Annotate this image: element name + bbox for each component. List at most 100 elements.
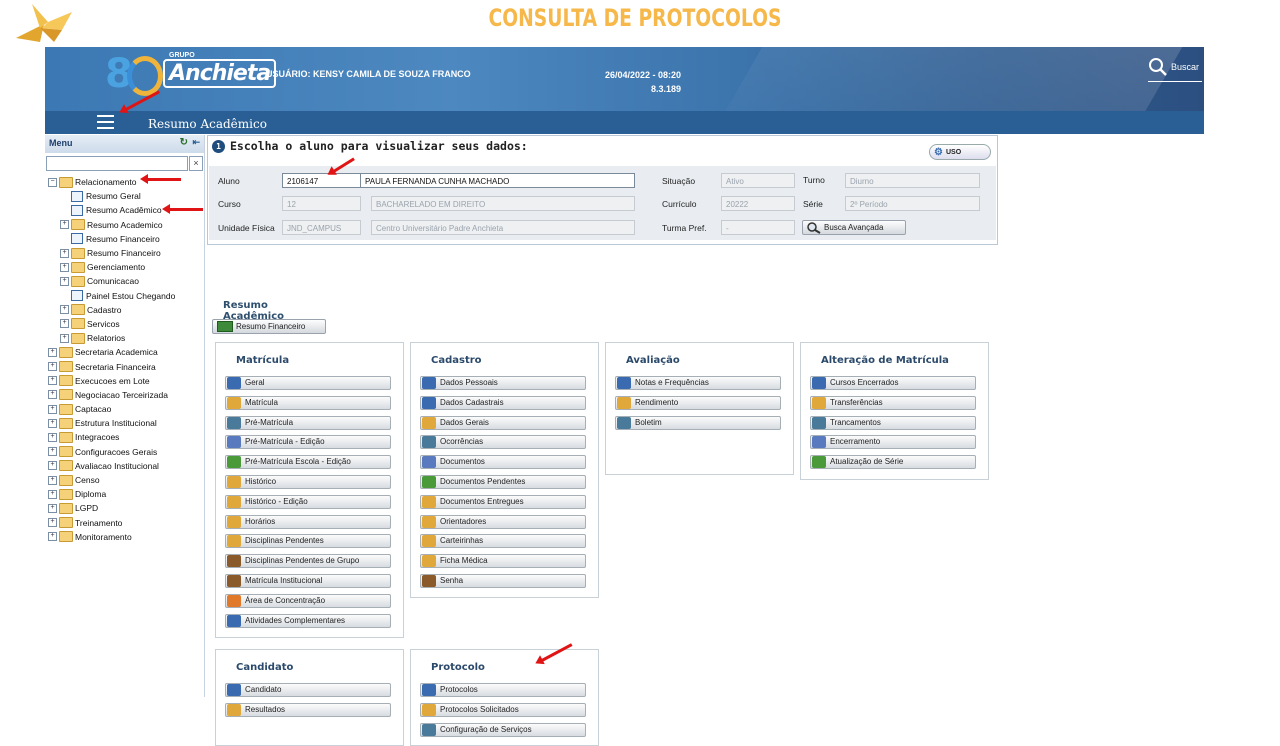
collapse-icon[interactable]: − [48, 177, 57, 187]
orientadores-button[interactable]: Orientadores [420, 514, 586, 529]
resultados-button[interactable]: Resultados [225, 702, 391, 717]
sidebar-item-diploma[interactable]: + Diploma [45, 487, 204, 501]
sidebar-item-comunicacao[interactable]: + Comunicacao [45, 274, 204, 288]
disciplinas-pendentes-button[interactable]: Disciplinas Pendentes [225, 534, 391, 549]
documentos-pendentes-button[interactable]: Documentos Pendentes [420, 475, 586, 489]
sidebar-item-monitoramento[interactable]: + Monitoramento [45, 530, 204, 544]
hamburger-menu-icon[interactable] [97, 115, 114, 129]
notas-e-frequencias-button[interactable]: Notas e Frequências [615, 376, 781, 390]
aluno-code-input[interactable]: 2106147 [282, 173, 361, 188]
refresh-icon[interactable]: ↻ [180, 137, 188, 148]
matricula-button[interactable]: Matrícula [225, 395, 391, 410]
expand-icon[interactable]: + [48, 532, 57, 542]
sidebar-item-cadastro[interactable]: + Cadastro [45, 303, 204, 317]
encerramento-button[interactable]: Encerramento [810, 435, 976, 450]
historico-button[interactable]: Histórico [225, 475, 391, 489]
expand-icon[interactable]: + [60, 333, 69, 343]
expand-icon[interactable]: + [48, 475, 57, 485]
ocorrencias-button[interactable]: Ocorrências [420, 435, 586, 450]
expand-icon[interactable]: + [60, 276, 69, 286]
sidebar-item-avaliacao-institucional[interactable]: + Avaliacao Institucional [45, 459, 204, 473]
geral-button[interactable]: Geral [225, 376, 391, 390]
trancamentos-button[interactable]: Trancamentos [810, 415, 976, 430]
sidebar-item-secretaria-academica[interactable]: + Secretaria Academica [45, 345, 204, 359]
ficha-medica-button[interactable]: Ficha Médica [420, 554, 586, 569]
expand-icon[interactable]: + [48, 489, 57, 499]
transferencias-button[interactable]: Transferências [810, 395, 976, 410]
sidebar-item-configuracoes-gerais[interactable]: + Configuracoes Gerais [45, 445, 204, 459]
horarios-button[interactable]: Horários [225, 514, 391, 529]
sidebar-item-resumo-financeiro[interactable]: Resumo Financeiro [45, 232, 204, 246]
carteirinhas-button[interactable]: Carteirinhas [420, 534, 586, 549]
documentos-entregues-button[interactable]: Documentos Entregues [420, 494, 586, 509]
expand-icon[interactable]: + [60, 305, 69, 315]
uso-button[interactable]: ⚙ USO [929, 144, 991, 160]
page-icon [71, 290, 83, 302]
sidebar-item-gerenciamento[interactable]: + Gerenciamento [45, 260, 204, 274]
expand-icon[interactable]: + [60, 262, 69, 272]
atualizacao-de-serie-button[interactable]: Atualização de Série [810, 455, 976, 470]
sidebar-item-resumo-financeiro[interactable]: + Resumo Financeiro [45, 246, 204, 260]
sidebar-item-censo[interactable]: + Censo [45, 473, 204, 487]
candidato-button[interactable]: Candidato [225, 683, 391, 697]
dados-cadastrais-button[interactable]: Dados Cadastrais [420, 395, 586, 410]
expand-icon[interactable]: + [48, 376, 57, 386]
sidebar-item-label: Integracoes [75, 432, 120, 443]
expand-icon[interactable]: + [48, 362, 57, 372]
configuracao-de-servicos-button[interactable]: Configuração de Serviços [420, 722, 586, 737]
area-de-concentracao-button[interactable]: Área de Concentração [225, 593, 391, 608]
sidebar-item-integracoes[interactable]: + Integracoes [45, 430, 204, 444]
aluno-name-input[interactable]: PAULA FERNANDA CUNHA MACHADO [360, 173, 635, 188]
expand-icon[interactable]: + [48, 447, 57, 457]
sidebar-item-lgpd[interactable]: + LGPD [45, 501, 204, 515]
sidebar-item-estrutura-institucional[interactable]: + Estrutura Institucional [45, 416, 204, 430]
protocolos-solicitados-button[interactable]: Protocolos Solicitados [420, 702, 586, 717]
sidebar-item-secretaria-financeira[interactable]: + Secretaria Financeira [45, 359, 204, 373]
pre-matricula-edicao-button[interactable]: Pré-Matrícula - Edição [225, 435, 391, 450]
cursos-encerrados-button[interactable]: Cursos Encerrados [810, 376, 976, 390]
expand-icon[interactable]: + [48, 461, 57, 471]
documentos-button[interactable]: Documentos [420, 455, 586, 470]
disciplinas-pendentes-de-grupo-button[interactable]: Disciplinas Pendentes de Grupo [225, 554, 391, 569]
pre-matricula-escola-edicao-button[interactable]: Pré-Matrícula Escola - Edição [225, 455, 391, 470]
sidebar-item-resumo-academico[interactable]: + Resumo Academico [45, 218, 204, 232]
sidebar-item-painel-estou-chegando[interactable]: Painel Estou Chegando [45, 289, 204, 303]
sidebar-item-treinamento[interactable]: + Treinamento [45, 516, 204, 530]
group-title: Candidato [236, 662, 294, 673]
senha-button[interactable]: Senha [420, 574, 586, 588]
button-label: Área de Concentração [245, 595, 326, 605]
historico-edicao-button[interactable]: Histórico - Edição [225, 494, 391, 509]
sidebar-item-execucoes-em-lote[interactable]: + Execucoes em Lote [45, 374, 204, 388]
sidebar-item-servicos[interactable]: + Servicos [45, 317, 204, 331]
expand-icon[interactable]: + [60, 220, 69, 230]
menu-search-input[interactable] [46, 156, 188, 171]
expand-icon[interactable]: + [48, 418, 57, 428]
protocolos-button[interactable]: Protocolos [420, 683, 586, 697]
atividades-complementares-button[interactable]: Atividades Complementares [225, 613, 391, 628]
boletim-button[interactable]: Boletim [615, 415, 781, 430]
dados-gerais-button[interactable]: Dados Gerais [420, 415, 586, 430]
button-label: Protocolos Solicitados [440, 704, 519, 714]
expand-icon[interactable]: + [48, 503, 57, 513]
sidebar-item-negociacao-terceirizada[interactable]: + Negociacao Terceirizada [45, 388, 204, 402]
expand-icon[interactable]: + [60, 248, 69, 258]
expand-icon[interactable]: + [48, 390, 57, 400]
busca-avancada-button[interactable]: Busca Avançada [802, 220, 906, 235]
clear-search-button[interactable]: × [189, 156, 203, 171]
rendimento-button[interactable]: Rendimento [615, 395, 781, 410]
dados-pessoais-button[interactable]: Dados Pessoais [420, 376, 586, 390]
atividades-complementares-icon [227, 614, 241, 627]
expand-icon[interactable]: + [48, 432, 57, 442]
expand-icon[interactable]: + [48, 404, 57, 414]
sidebar-item-relatorios[interactable]: + Relatorios [45, 331, 204, 345]
sidebar-item-resumo-geral[interactable]: Resumo Geral [45, 189, 204, 203]
expand-icon[interactable]: + [60, 319, 69, 329]
expand-icon[interactable]: + [48, 518, 57, 528]
matricula-institucional-button[interactable]: Matrícula Institucional [225, 574, 391, 588]
collapse-sidebar-icon[interactable]: ⇤ [192, 137, 200, 148]
pre-matricula-button[interactable]: Pré-Matrícula [225, 415, 391, 430]
resumo-financeiro-button[interactable]: Resumo Financeiro [212, 319, 326, 334]
search-button[interactable]: Buscar [1148, 57, 1202, 82]
sidebar-item-captacao[interactable]: + Captacao [45, 402, 204, 416]
expand-icon[interactable]: + [48, 347, 57, 357]
